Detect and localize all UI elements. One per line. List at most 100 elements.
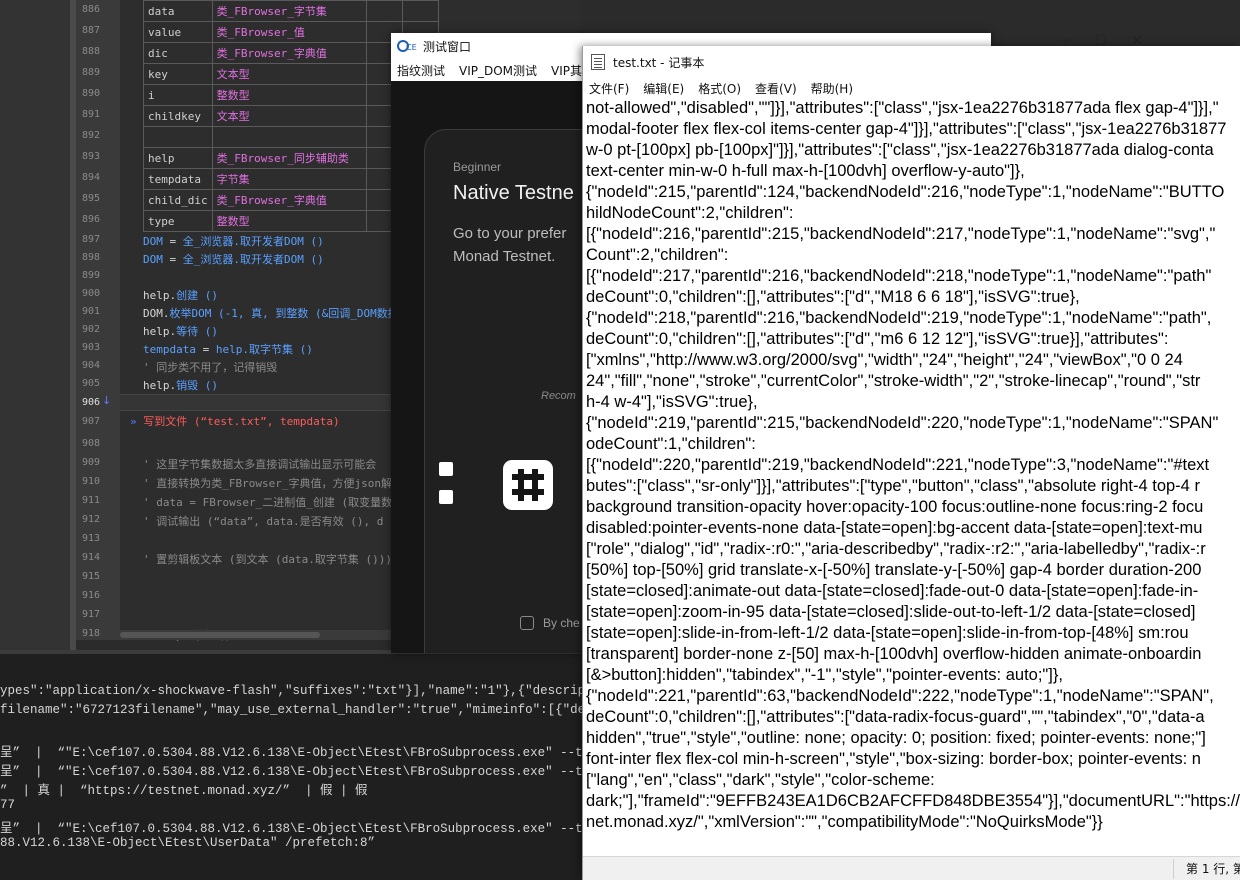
- line-number: 899: [81, 270, 100, 281]
- line-number: 893: [81, 151, 100, 162]
- notepad-text-line: deCount":0,"children":[],"attributes":["…: [586, 288, 1080, 306]
- var-type-cell[interactable]: 整数型: [211, 84, 367, 106]
- output-line: 77: [0, 798, 16, 812]
- code-token: 写到文件 (“test.txt”, tempdata): [143, 415, 340, 428]
- notepad-text-line: odeCount":1,"children":: [586, 435, 756, 453]
- code-token: DOM.: [143, 307, 170, 320]
- card-level: Beginner: [453, 160, 502, 174]
- notepad-text-line: [{"nodeId":217,"parentId":216,"backendNo…: [586, 267, 1212, 285]
- output-line: ” | 真 | “https://testnet.monad.xyz/” | 假…: [0, 784, 368, 798]
- line-number: 916: [81, 590, 100, 601]
- double-chevron-right-icon: »: [130, 415, 144, 428]
- agree-checkbox[interactable]: [520, 616, 534, 630]
- card-title: Native Testne: [453, 182, 574, 204]
- var-type-cell[interactable]: 文本型: [211, 63, 367, 85]
- line-number: 911: [81, 495, 100, 506]
- notepad-window[interactable]: test.txt - 记事本 文件(F) 编辑(E) 格式(O) 查看(V) 帮…: [582, 46, 1240, 880]
- line-number: 908: [81, 438, 100, 449]
- table-row[interactable]: data 类_FBrowser_字节集: [143, 0, 439, 22]
- var-name-cell[interactable]: key: [143, 63, 213, 85]
- code-token: 销毁 (): [176, 379, 218, 392]
- var-name-cell[interactable]: i: [143, 84, 213, 106]
- var-name-cell[interactable]: data: [143, 0, 213, 22]
- notepad-text-line: [transparent] border-none z-[50] max-h-[…: [586, 645, 1202, 663]
- var-name-cell[interactable]: dic: [143, 42, 213, 64]
- line-number: 888: [81, 46, 100, 57]
- var-name-cell[interactable]: [143, 126, 213, 148]
- line-number: 889: [81, 67, 100, 78]
- code-token: DOM: [143, 253, 163, 266]
- pixel-dots-icon: [439, 460, 455, 510]
- line-number: 903: [81, 342, 100, 353]
- var-type-cell[interactable]: 类_FBrowser_字典值: [211, 189, 367, 211]
- line-number: 901: [81, 306, 100, 317]
- var-name-cell[interactable]: type: [143, 210, 213, 232]
- notepad-text-line: hidden","true","style","outline: none; o…: [586, 729, 1206, 747]
- notepad-text-line: ["role","dialog","id","radix-:r0:","aria…: [586, 540, 1206, 558]
- notepad-text-area[interactable]: not-allowed","disabled",""]}],"attribute…: [586, 98, 1240, 844]
- line-number: 909: [81, 457, 100, 468]
- notepad-status-bar: 第 1 行, 第: [583, 856, 1240, 880]
- menu-view[interactable]: 查看(V): [755, 80, 797, 97]
- line-number: 887: [81, 25, 100, 36]
- comment-line: ' 直接转换为类_FBrowser_字典值，方便json解: [143, 475, 392, 491]
- var-type-cell[interactable]: [211, 126, 367, 148]
- line-number: 895: [81, 193, 100, 204]
- code-token: ' data = FBrowser_二进制值_创建 (取变量数: [143, 496, 393, 509]
- menu-format[interactable]: 格式(O): [698, 80, 741, 97]
- code-token: help.取字节集 (): [215, 343, 313, 356]
- notepad-text-line: background transition-opacity hover:opac…: [586, 498, 1204, 516]
- cef-menu-fingerprint[interactable]: 指纹测试: [397, 62, 445, 79]
- notepad-titlebar[interactable]: test.txt - 记事本: [583, 46, 1240, 78]
- code-line: DOM = 全_浏览器.取开发者DOM (): [143, 251, 324, 267]
- debug-output-panel[interactable]: ypes":"application/x-shockwave-flash","s…: [0, 650, 705, 880]
- var-type-cell[interactable]: 类_FBrowser_同步辅助类: [211, 147, 367, 169]
- code-token: =: [162, 253, 183, 266]
- notepad-text-line: [{"nodeId":216,"parentId":215,"backendNo…: [586, 225, 1216, 243]
- notepad-text-line: disabled:pointer-events-none data-[state…: [586, 519, 1203, 537]
- notepad-text-line: hildNodeCount":2,"children":: [586, 204, 794, 222]
- var-type-cell[interactable]: 文本型: [211, 105, 367, 127]
- var-type-cell[interactable]: 类_FBrowser_字典值: [211, 42, 367, 64]
- code-line: help.销毁 (): [143, 377, 218, 393]
- line-number: 886: [81, 4, 100, 15]
- code-token: =: [162, 235, 183, 248]
- code-line: tempdata = help.取字节集 (): [143, 341, 313, 357]
- var-name-cell[interactable]: help: [143, 147, 213, 169]
- dot: [439, 462, 453, 476]
- code-line-write-file: » 写到文件 (“test.txt”, tempdata): [130, 413, 340, 429]
- notepad-text-line: not-allowed","disabled",""]}],"attribute…: [586, 99, 1219, 117]
- output-line: filename":"6727123filename","may_use_ext…: [0, 703, 676, 717]
- code-line: DOM.枚举DOM (-1, 真, 到整数 (&回调_DOM数据: [143, 305, 399, 321]
- var-name-cell[interactable]: child_dic: [143, 189, 213, 211]
- comment-line: ' 置剪辑板文本 (到文本 (data.取字节集 ())): [143, 551, 392, 567]
- var-name-cell[interactable]: childkey: [143, 105, 213, 127]
- code-token: help.: [143, 289, 177, 302]
- empty-cell[interactable]: [365, 0, 403, 22]
- line-number: 904: [81, 360, 100, 371]
- menu-help[interactable]: 帮助(H): [811, 80, 853, 97]
- code-token: 全_浏览器.取开发者DOM (): [182, 253, 324, 266]
- var-type-cell[interactable]: 整数型: [211, 210, 367, 232]
- scrollbar-thumb[interactable]: [120, 632, 320, 638]
- empty-cell[interactable]: [401, 0, 439, 22]
- line-number: 918: [81, 628, 100, 639]
- var-type-cell[interactable]: 字节集: [211, 168, 367, 190]
- notepad-text-line: ["xmlns","http://www.w3.org/2000/svg","w…: [586, 351, 1183, 369]
- notepad-text-line: deCount":0,"children":[],"attributes":["…: [586, 330, 1169, 348]
- cef-window-title: 测试窗口: [423, 39, 472, 54]
- var-type-cell[interactable]: 类_FBrowser_值: [211, 21, 367, 43]
- var-type-cell[interactable]: 类_FBrowser_字节集: [211, 0, 367, 22]
- notepad-text-line: [state=open]:zoom-in-95 data-[state=clos…: [586, 603, 1196, 621]
- cef-menu-vip-dom[interactable]: VIP_DOM测试: [459, 62, 537, 79]
- code-line: ' 同步类不用了，记得销毁: [143, 359, 277, 375]
- menu-edit[interactable]: 编辑(E): [643, 80, 684, 97]
- code-token: tempdata: [143, 343, 196, 356]
- var-name-cell[interactable]: tempdata: [143, 168, 213, 190]
- ide-left-panel: [0, 0, 70, 650]
- cef-menu-vip-other[interactable]: VIP其: [551, 62, 582, 79]
- line-number: 905: [81, 378, 100, 389]
- line-number: 915: [81, 571, 100, 582]
- var-name-cell[interactable]: value: [143, 21, 213, 43]
- menu-file[interactable]: 文件(F): [589, 80, 629, 97]
